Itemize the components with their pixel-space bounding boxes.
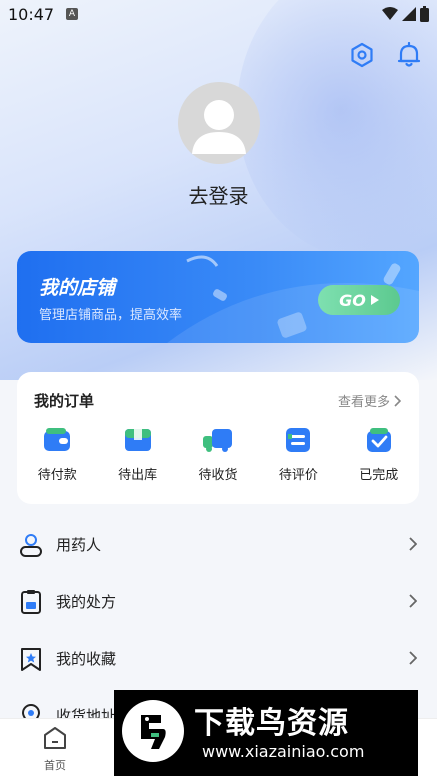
order-status-label: 待出库: [118, 468, 158, 483]
order-status-to-receive[interactable]: 待收货: [178, 426, 258, 483]
bird-logo-icon: [122, 700, 184, 762]
menu-item-label: 用药人: [56, 536, 102, 554]
prescription-icon: [21, 589, 41, 614]
orders-card: 我的订单 查看更多 待付款 待出库 待收货 待评价 已完成: [17, 372, 419, 504]
menu-item-prescriptions[interactable]: 我的处方: [0, 573, 437, 630]
menu-item-favorites[interactable]: 我的收藏: [0, 630, 437, 687]
orders-title: 我的订单: [34, 392, 95, 410]
wallet-icon: [44, 428, 71, 451]
package-icon: [124, 429, 151, 451]
comment-icon: [286, 428, 311, 452]
tab-home[interactable]: 首页: [20, 725, 90, 773]
wifi-icon: [382, 7, 398, 20]
login-link[interactable]: 去登录: [0, 180, 437, 209]
status-time: 10:47: [8, 5, 55, 24]
avatar[interactable]: [178, 82, 260, 164]
go-button-label: GO: [339, 290, 366, 310]
truck-icon: [202, 429, 232, 452]
menu-item-medication-users[interactable]: 用药人: [0, 516, 437, 573]
chevron-right-icon: [409, 651, 417, 665]
view-more-link[interactable]: 查看更多: [338, 391, 401, 410]
bookmark-star-icon: [21, 647, 41, 671]
order-status-to-review[interactable]: 待评价: [258, 426, 338, 483]
user-icon: [20, 533, 42, 557]
decorative-swirl: [237, 0, 437, 260]
watermark-ad-overlay: 下载鸟资源 www.xiazainiao.com: [114, 690, 418, 776]
shop-banner-subtitle: 管理店铺商品，提高效率: [39, 308, 183, 323]
order-status-completed[interactable]: 已完成: [339, 426, 419, 483]
default-avatar-icon: [192, 100, 246, 154]
shop-banner[interactable]: 我的店铺 管理店铺商品，提高效率 GO: [17, 251, 419, 343]
chevron-right-icon: [409, 537, 417, 551]
status-bar: 10:47 A: [0, 0, 437, 30]
ad-title: 下载鸟资源: [194, 706, 349, 741]
shop-banner-title: 我的店铺: [39, 277, 116, 299]
tab-home-label: 首页: [44, 759, 66, 772]
check-box-icon: [366, 428, 391, 452]
ad-url: www.xiazainiao.com: [202, 742, 365, 761]
chevron-right-icon: [409, 594, 417, 608]
order-status-list: 待付款 待出库 待收货 待评价 已完成: [17, 426, 419, 483]
chevron-right-icon: [394, 394, 401, 407]
menu-item-label: 我的处方: [56, 593, 117, 611]
order-status-label: 待评价: [278, 468, 318, 483]
system-icons: [382, 6, 429, 22]
menu-item-label: 我的收藏: [56, 650, 117, 668]
settings-icon[interactable]: [349, 42, 375, 68]
home-icon: [44, 727, 66, 749]
view-more-label: 查看更多: [337, 395, 390, 410]
bell-icon[interactable]: [397, 42, 421, 68]
notification-badge: A: [66, 8, 78, 20]
order-status-label: 待收货: [198, 468, 238, 483]
header-actions: [349, 42, 421, 68]
bird-logo-mark: [141, 715, 166, 749]
order-status-label: 待付款: [37, 468, 77, 483]
order-status-label: 已完成: [359, 468, 399, 483]
play-arrow-icon: [370, 295, 379, 305]
battery-icon: [420, 6, 429, 22]
signal-icon: [402, 7, 416, 21]
go-button[interactable]: GO: [318, 285, 400, 315]
order-status-pending-payment[interactable]: 待付款: [17, 426, 97, 483]
order-status-to-ship[interactable]: 待出库: [97, 426, 177, 483]
